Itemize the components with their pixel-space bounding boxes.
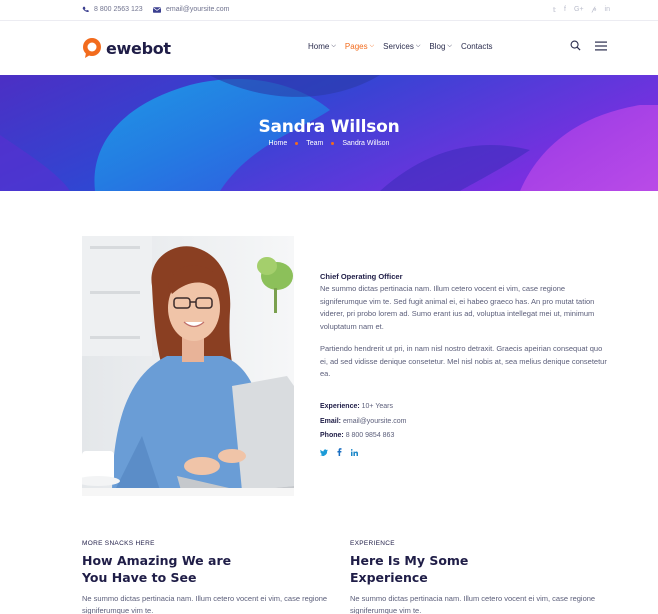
section-title-line: Here Is My Some <box>350 553 469 568</box>
section-title-line: You Have to See <box>82 570 197 585</box>
top-phone[interactable]: 8 800 2563 123 <box>82 6 143 13</box>
detail-email: Email: email@yoursite.com <box>320 418 406 433</box>
nav-item-label: Home <box>308 42 330 51</box>
detail-value[interactable]: 8 800 9854 863 <box>346 432 395 439</box>
logo-text: ewebot <box>106 38 171 58</box>
main-nav: Home ⌵ Pages ⌵ Services ⌵ Blog ⌵ Contacts <box>308 42 493 51</box>
nav-item-label: Services <box>383 42 414 51</box>
breadcrumb-separator <box>295 142 299 145</box>
section-eyebrow: EXPERIENCE <box>350 540 395 547</box>
google-plus-icon[interactable]: G+ <box>574 6 584 14</box>
site-header: ewebot Home ⌵ Pages ⌵ Services ⌵ Blog ⌵ Cont… <box>0 21 658 75</box>
linkedin-icon[interactable] <box>351 448 358 456</box>
detail-phone: Phone: 8 800 9854 863 <box>320 432 406 447</box>
top-bar: 8 800 2563 123 email@yoursite.com 𝕥 f G+… <box>0 0 658 21</box>
breadcrumb-separator <box>331 142 335 145</box>
twitter-icon[interactable] <box>320 448 328 456</box>
breadcrumb-home[interactable]: Home <box>269 140 288 147</box>
profile-bio-paragraph-1: Ne summo dictas pertinacia nam. Illum ce… <box>320 284 595 331</box>
chevron-down-icon: ⌵ <box>447 43 452 49</box>
profile-bio-paragraph-2: Partiendo hendrerit ut pri, in nam nisl … <box>320 344 607 378</box>
header-actions <box>570 40 607 51</box>
top-phone-text: 8 800 2563 123 <box>94 6 143 13</box>
chevron-down-icon: ⌵ <box>369 43 375 49</box>
section-title-line: Experience <box>350 570 428 585</box>
page-title: Sandra Willson <box>258 117 400 137</box>
profile-photo <box>82 236 294 496</box>
linkedin-icon[interactable]: in <box>605 6 610 14</box>
breadcrumb: Home Team Sandra Willson <box>0 140 658 147</box>
section-experience: EXPERIENCE Here Is My Some Experience Ne… <box>350 540 610 614</box>
section-title: Here Is My Some Experience <box>350 552 610 586</box>
nav-item-contacts[interactable]: Contacts <box>461 42 493 51</box>
nav-item-blog[interactable]: Blog ⌵ <box>429 42 452 51</box>
twitter-icon[interactable]: 𝕥 <box>553 6 556 14</box>
nav-item-home[interactable]: Home ⌵ <box>308 42 336 51</box>
detail-label: Experience: <box>320 403 360 410</box>
breadcrumb-current: Sandra Willson <box>342 140 390 147</box>
page-hero: Sandra Willson Home Team Sandra Willson <box>0 75 658 191</box>
nav-item-label: Contacts <box>460 42 493 51</box>
detail-experience: Experience: 10+ Years <box>320 403 406 418</box>
section-text: Ne summo dictas pertinacia nam. Illum ce… <box>82 594 328 614</box>
section-text: Ne summo dictas pertinacia nam. Illum ce… <box>350 594 596 614</box>
detail-label: Email: <box>320 417 342 425</box>
mail-icon <box>153 6 161 13</box>
pinterest-icon[interactable]: 𝓅 <box>592 6 597 14</box>
section-eyebrow: MORE SNACKS HERE <box>82 540 155 547</box>
section-more-snacks: MORE SNACKS HERE How Amazing We are You … <box>82 540 342 614</box>
nav-item-pages[interactable]: Pages ⌵ <box>345 42 374 51</box>
logo[interactable]: ewebot <box>82 37 171 59</box>
logo-icon <box>83 38 101 58</box>
profile-role: Chief Operating Officer <box>320 272 403 281</box>
detail-value: 10+ Years <box>361 403 393 410</box>
search-icon[interactable] <box>570 40 581 51</box>
nav-item-label: Blog <box>429 42 446 51</box>
facebook-icon[interactable]: f <box>564 6 566 14</box>
section-title-line: How Amazing We are <box>82 553 232 568</box>
top-social-links: 𝕥 f G+ 𝓅 in <box>553 6 610 14</box>
section-title: How Amazing We are You Have to See <box>82 552 342 586</box>
profile-details: Experience: 10+ Years Email: email@yours… <box>320 403 406 447</box>
breadcrumb-team[interactable]: Team <box>306 140 323 147</box>
top-email[interactable]: email@yoursite.com <box>153 6 230 13</box>
profile-info: Chief Operating Officer Ne summo dictas … <box>320 272 610 381</box>
chevron-down-icon: ⌵ <box>331 43 336 49</box>
facebook-icon[interactable] <box>337 448 342 456</box>
top-email-text: email@yoursite.com <box>166 6 230 13</box>
detail-label: Phone: <box>320 432 344 439</box>
phone-icon <box>82 6 89 13</box>
chevron-down-icon: ⌵ <box>415 43 421 49</box>
detail-value[interactable]: email@yoursite.com <box>343 418 407 425</box>
woman-at-laptop-photo <box>82 236 294 496</box>
menu-icon[interactable] <box>595 41 607 51</box>
nav-item-services[interactable]: Services ⌵ <box>383 42 420 51</box>
nav-item-label: Pages <box>344 42 368 51</box>
profile-social-links <box>320 448 358 456</box>
